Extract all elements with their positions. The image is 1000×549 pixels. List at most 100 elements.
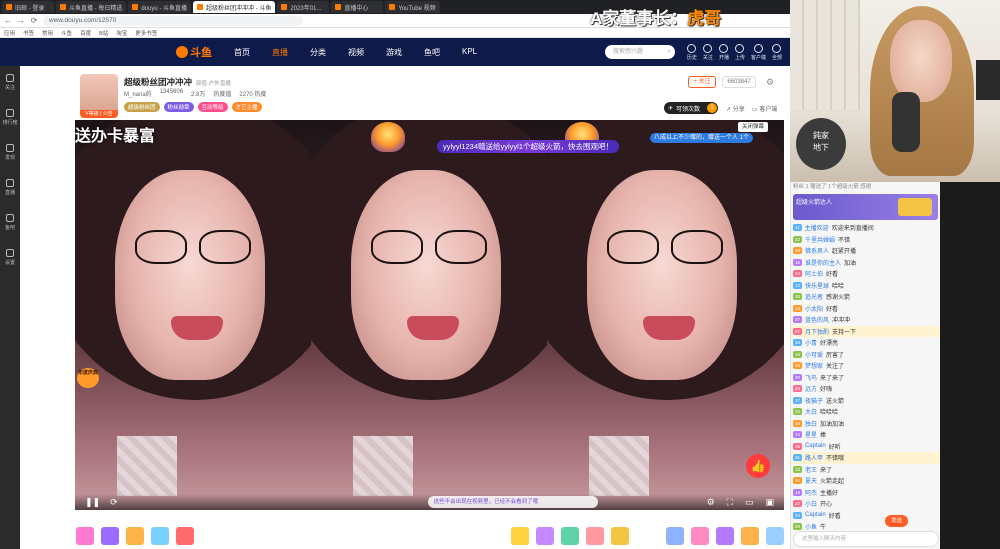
claim-ticket-button[interactable]: ✈ 可领次数 1	[664, 102, 718, 114]
header-tool[interactable]: 开播	[719, 43, 729, 61]
chat-nickname[interactable]: 小可爱	[805, 350, 823, 359]
player-control-icon[interactable]: ▭	[745, 497, 754, 508]
forward-icon[interactable]: →	[17, 16, 25, 25]
gift-item[interactable]	[560, 523, 579, 545]
chat-nickname[interactable]: 老王	[805, 465, 817, 474]
chat-nickname[interactable]: 阿杰	[805, 488, 817, 497]
chat-nickname[interactable]: 蓝色的风	[805, 315, 829, 324]
gift-item[interactable]	[535, 523, 554, 545]
search-icon[interactable]: ⌕	[668, 45, 671, 59]
nav-link[interactable]: 分类	[310, 47, 326, 58]
nav-link[interactable]: 直播	[272, 47, 288, 58]
settings-gear-icon[interactable]: ⚙	[766, 76, 778, 88]
browser-tab[interactable]: douyu - 斗鱼直播	[128, 1, 192, 13]
sidebar-item[interactable]: 直播	[5, 179, 15, 196]
nav-link[interactable]: 视频	[348, 47, 364, 58]
chat-nickname[interactable]: 夜猫子	[805, 396, 823, 405]
client-button[interactable]: ▭ 客户端	[752, 104, 777, 113]
video-player[interactable]: 送办卡暴富 yylyyl1234赠送给yylyyl1个超级火箭，快去围观吧！ 八…	[75, 120, 784, 510]
back-icon[interactable]: ←	[4, 16, 12, 25]
room-badge[interactable]: 粉丝勋章	[163, 102, 194, 112]
chat-nickname[interactable]: Captain	[805, 443, 826, 449]
chat-nickname[interactable]: 独白	[805, 419, 817, 428]
chat-nickname[interactable]: 追光者	[805, 292, 823, 301]
chat-nickname[interactable]: 远方	[805, 384, 817, 393]
chat-nickname[interactable]: 谁是你的主人	[805, 258, 841, 267]
room-badge[interactable]: 超级粉丝团	[124, 102, 160, 112]
bookmark-item[interactable]: 斗鱼	[61, 29, 72, 37]
follow-button[interactable]: + 关注	[688, 76, 716, 88]
browser-tab[interactable]: 超级粉丝团冲冲冲 - 斗鱼	[193, 1, 276, 13]
sidebar-item[interactable]: 鱼吧	[5, 214, 15, 231]
browser-tab[interactable]: 旧邮 - 登录	[2, 1, 54, 13]
header-tool[interactable]: 历史	[687, 43, 697, 61]
browser-tab[interactable]: 斗鱼直播 - 每日精选	[56, 1, 127, 13]
chat-nickname[interactable]: 飞鸟	[805, 373, 817, 382]
reload-icon[interactable]: ⟳	[30, 16, 38, 25]
chat-nickname[interactable]: 主播欢迎	[805, 223, 829, 232]
chat-nickname[interactable]: 小太阳	[805, 304, 823, 313]
nav-link[interactable]: KPL	[462, 47, 477, 58]
chat-nickname[interactable]: 阿土伯	[805, 269, 823, 278]
gift-item[interactable]	[765, 523, 784, 545]
bookmark-item[interactable]: 应用	[4, 29, 15, 37]
bookmark-item[interactable]: 书签	[23, 29, 34, 37]
bookmark-item[interactable]: 百度	[80, 29, 91, 37]
chat-input[interactable]: 这里输入聊天内容	[793, 531, 939, 547]
gift-item[interactable]	[150, 523, 169, 545]
chat-nickname[interactable]: 夏天	[805, 476, 817, 485]
chat-nickname[interactable]: 快乐星球	[805, 281, 829, 290]
gift-item[interactable]	[740, 523, 759, 545]
header-tool[interactable]: 客户端	[751, 43, 766, 61]
pause-icon[interactable]: ❚❚	[85, 497, 100, 508]
bookmark-item[interactable]: 常用	[42, 29, 53, 37]
chat-nickname[interactable]: 佛系男人	[805, 246, 829, 255]
close-danmu-button[interactable]: 关闭弹幕	[737, 122, 768, 132]
chat-nickname[interactable]: 千里共婵娟	[805, 235, 835, 244]
player-control-icon[interactable]: ⚙	[707, 497, 715, 508]
refresh-icon[interactable]: ⟳	[110, 497, 118, 508]
sidebar-item[interactable]: 关注	[5, 74, 15, 91]
chat-nickname[interactable]: 小鱼	[805, 522, 817, 531]
header-tool[interactable]: 上传	[735, 43, 745, 61]
chat-nickname[interactable]: Captain	[805, 512, 826, 518]
browser-tab[interactable]: 直播中心	[331, 1, 384, 13]
player-control-icon[interactable]: ▣	[765, 497, 774, 508]
gift-item[interactable]	[125, 523, 144, 545]
gift-item[interactable]	[715, 523, 734, 545]
bookmark-item[interactable]: 淘宝	[116, 29, 127, 37]
share-button[interactable]: ↗ 分享	[726, 104, 745, 113]
chat-nickname[interactable]: 路人甲	[805, 453, 823, 462]
chat-nickname[interactable]: 小青	[805, 338, 817, 347]
room-badge[interactable]: 互动等级	[197, 102, 228, 112]
sidebar-item[interactable]: 设置	[5, 249, 15, 266]
browser-tab[interactable]: 2023年01...	[277, 1, 330, 13]
sidebar-item[interactable]: 发现	[5, 144, 15, 161]
gift-item[interactable]	[175, 523, 194, 545]
chat-nickname[interactable]: 梦想家	[805, 361, 823, 370]
site-logo[interactable]: 斗鱼	[176, 44, 212, 60]
bookmark-item[interactable]: 更多书签	[135, 29, 157, 37]
chat-nickname[interactable]: 星星	[805, 430, 817, 439]
nav-link[interactable]: 鱼吧	[424, 47, 440, 58]
gift-item[interactable]	[100, 523, 119, 545]
browser-tab[interactable]: YouTube 视频	[385, 1, 440, 13]
header-tool[interactable]: 关注	[703, 43, 713, 61]
url-input[interactable]: www.douyu.com/12570	[43, 15, 303, 26]
room-badge[interactable]: 才艺主播	[231, 102, 262, 112]
gift-item[interactable]	[610, 523, 629, 545]
gift-item[interactable]	[665, 523, 684, 545]
gift-item[interactable]	[510, 523, 529, 545]
gift-item[interactable]	[75, 523, 94, 545]
player-control-icon[interactable]: ⛶	[727, 497, 733, 508]
send-button[interactable]: 发送	[884, 515, 908, 527]
search-input[interactable]: 搜索感兴趣 ⌕	[604, 45, 675, 59]
chat-nickname[interactable]: 小白	[805, 499, 817, 508]
event-badge[interactable]: 年度庆典	[77, 368, 99, 388]
like-icon[interactable]: 👍	[746, 454, 770, 478]
chat-nickname[interactable]: 月下独酌	[805, 327, 829, 336]
nav-link[interactable]: 首页	[234, 47, 250, 58]
header-tool[interactable]: 全部	[772, 43, 782, 61]
gift-item[interactable]	[585, 523, 604, 545]
bookmark-item[interactable]: B站	[99, 29, 108, 37]
